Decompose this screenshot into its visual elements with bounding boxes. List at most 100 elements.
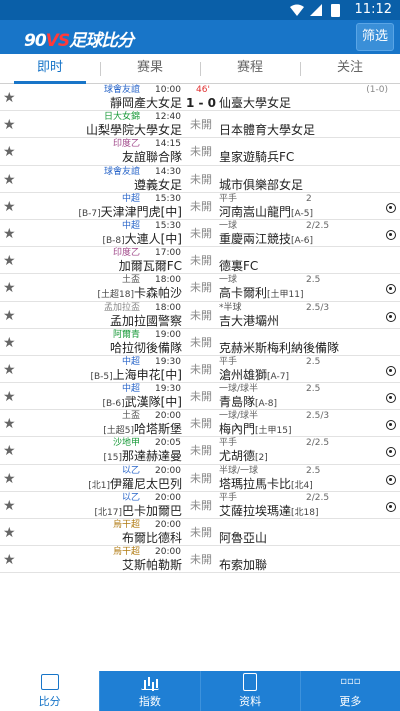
match-time: 15:30 bbox=[155, 220, 181, 231]
league-name: 土盃 bbox=[121, 275, 140, 286]
home-team: [北17]巴卡加爾巴 bbox=[95, 504, 183, 520]
away-team-name: 尤胡德 bbox=[219, 449, 256, 464]
home-team: [土超18]卡森帕沙 bbox=[98, 286, 183, 302]
match-row[interactable]: ★ 土盃 18:00 [土超18]卡森帕沙 未開 高卡爾利[土甲11] 一球 2.5 bbox=[0, 274, 400, 302]
league-name: 日大女錦 bbox=[103, 112, 140, 123]
home-team-name: 巴卡加爾巴 bbox=[121, 503, 182, 518]
tab-live[interactable]: 即时 bbox=[0, 54, 100, 84]
nav-data[interactable]: 资料 bbox=[199, 671, 300, 711]
away-team-name: 克赫米斯梅利納後備隊 bbox=[219, 340, 340, 355]
favorite-star-icon[interactable]: ★ bbox=[3, 145, 16, 159]
favorite-star-icon[interactable]: ★ bbox=[3, 499, 16, 513]
home-rank: [B-6] bbox=[102, 399, 125, 410]
away-rank: [土甲11] bbox=[267, 290, 304, 301]
match-time: 20:00 bbox=[155, 411, 181, 422]
match-status: 未開 bbox=[190, 145, 212, 159]
away-team: 日本體育大學女足 bbox=[219, 123, 315, 137]
favorite-star-icon[interactable]: ★ bbox=[3, 363, 16, 377]
live-data-ball-icon[interactable] bbox=[386, 420, 396, 431]
handicap-odds: 半球/一球 bbox=[219, 465, 259, 476]
live-data-ball-icon[interactable] bbox=[386, 474, 396, 485]
live-data-ball-icon[interactable] bbox=[386, 229, 396, 240]
match-row[interactable]: ★ 孟加拉盃 18:00 孟加拉國警察 未開 吉大港壩州 *半球 2.5/3 bbox=[0, 302, 400, 329]
filter-button[interactable]: 筛选 bbox=[356, 23, 394, 51]
match-row[interactable]: ★ 阿爾青 19:00 哈拉彻後備隊 未開 克赫米斯梅利納後備隊 bbox=[0, 329, 400, 356]
league-name: 孟加拉盃 bbox=[103, 302, 140, 313]
favorite-star-icon[interactable]: ★ bbox=[3, 91, 16, 105]
home-team: 山梨學院大學女足 bbox=[86, 123, 182, 137]
match-row[interactable]: ★ 印度乙 17:00 加爾瓦爾FC 未開 德裏FC bbox=[0, 247, 400, 275]
match-status: 未開 bbox=[190, 444, 212, 458]
live-data-ball-icon[interactable] bbox=[386, 311, 396, 322]
match-row[interactable]: ★ 中超 15:30 [B-7]天津津門虎[中] 未開 河南嵩山龍門[A-5] 平手 2 bbox=[0, 193, 400, 220]
live-data-ball-icon[interactable] bbox=[386, 393, 396, 404]
match-row[interactable]: ★ 以乙 20:00 [北1]伊羅尼太巴列 未開 塔瑪拉馬卡比[北4] 半球/一球 2.5 bbox=[0, 465, 400, 492]
favorite-star-icon[interactable]: ★ bbox=[3, 417, 16, 431]
match-row[interactable]: ★ 沙地甲 20:05 [15]那達赫達曼 未開 尤胡德[2] 平手 2/2.5 bbox=[0, 437, 400, 465]
tab-results[interactable]: 赛果 bbox=[100, 54, 200, 84]
live-data-ball-icon[interactable] bbox=[386, 365, 396, 376]
match-row[interactable]: ★ 日大女錦 12:40 山梨學院大學女足 未開 日本體育大學女足 bbox=[0, 111, 400, 139]
match-row[interactable]: ★ 球會友誼 10:00 46' 靜岡產大女足 1 - 0 仙臺大學女足 (1-0) bbox=[0, 84, 400, 112]
match-row[interactable]: ★ 印度乙 14:15 友誼聯合隊 未開 皇家遊騎兵FC bbox=[0, 138, 400, 166]
match-score: 1 - 0 bbox=[185, 96, 217, 110]
handicap-odds: 一球/球半 bbox=[219, 411, 259, 422]
match-row[interactable]: ★ 球會友誼 14:30 遵義女足 未開 城市俱樂部女足 bbox=[0, 166, 400, 193]
away-team: 吉大港壩州 bbox=[219, 314, 279, 328]
match-row[interactable]: ★ 以乙 20:00 [北17]巴卡加爾巴 未開 艾薩拉埃瑪達[北18] 平手 2/2.5 bbox=[0, 492, 400, 519]
favorite-star-icon[interactable]: ★ bbox=[3, 173, 16, 187]
league-name: 以乙 bbox=[121, 465, 140, 476]
away-team-name: 塔瑪拉馬卡比 bbox=[219, 476, 292, 491]
match-row[interactable]: ★ 中超 19:30 [B-6]武漢隊[中] 未開 青島隊[A-8] 一球/球半 2.5 bbox=[0, 383, 400, 411]
match-row[interactable]: ★ 中超 15:30 [B-8]大連人[中] 未開 重慶兩江競技[A-6] 一球 2/2.5 bbox=[0, 220, 400, 248]
over-under-odds: 2.5 bbox=[306, 384, 321, 395]
favorite-star-icon[interactable]: ★ bbox=[3, 526, 16, 540]
status-time: 11:12 bbox=[354, 2, 392, 17]
live-data-ball-icon[interactable] bbox=[386, 284, 396, 295]
favorite-star-icon[interactable]: ★ bbox=[3, 390, 16, 404]
match-row[interactable]: ★ 土盃 20:00 [土超5]哈塔斯堡 未開 梅內門[土甲15] 一球/球半 2.5/3 bbox=[0, 410, 400, 438]
favorite-star-icon[interactable]: ★ bbox=[3, 227, 16, 241]
handicap-odds: *半球 bbox=[219, 302, 242, 313]
live-data-ball-icon[interactable] bbox=[386, 447, 396, 458]
favorite-star-icon[interactable]: ★ bbox=[3, 444, 16, 458]
match-time: 20:00 bbox=[155, 520, 181, 530]
match-time: 18:00 bbox=[155, 302, 181, 313]
away-team: 重慶兩江競技[A-6] bbox=[219, 232, 313, 248]
favorite-star-icon[interactable]: ★ bbox=[3, 472, 16, 486]
away-team: 阿魯亞山 bbox=[219, 531, 267, 545]
home-rank: [土超18] bbox=[97, 290, 134, 301]
home-team-name: 武漢隊[中] bbox=[124, 395, 182, 410]
league-name: 球會友誼 bbox=[103, 166, 140, 177]
live-data-ball-icon[interactable] bbox=[386, 202, 396, 213]
match-status: 未開 bbox=[190, 199, 212, 213]
home-rank: [北17] bbox=[94, 507, 122, 518]
live-data-ball-icon[interactable] bbox=[386, 501, 396, 512]
home-team-name: 孟加拉國警察 bbox=[109, 313, 182, 328]
favorite-star-icon[interactable]: ★ bbox=[3, 281, 16, 295]
favorite-star-icon[interactable]: ★ bbox=[3, 200, 16, 214]
match-row[interactable]: ★ 烏干超 20:00 布爾比德科 未開 阿魯亞山 bbox=[0, 519, 400, 547]
favorite-star-icon[interactable]: ★ bbox=[3, 254, 16, 268]
nav-score[interactable]: 比分 bbox=[0, 671, 100, 711]
tab-favorites[interactable]: 关注 bbox=[300, 54, 400, 84]
match-status: 未開 bbox=[190, 226, 212, 240]
home-team-name: 伊羅尼太巴列 bbox=[109, 476, 182, 491]
away-team: 滄州雄獅[A-7] bbox=[219, 368, 289, 384]
bottom-nav: 比分 指数 资料 ▫▫▫ 更多 bbox=[0, 671, 400, 711]
away-team: 克赫米斯梅利納後備隊 bbox=[219, 341, 339, 355]
match-row[interactable]: ★ 烏干超 20:00 艾斯帕勒斯 未開 布索加聯 bbox=[0, 546, 400, 574]
away-rank: [土甲15] bbox=[255, 426, 292, 437]
favorite-star-icon[interactable]: ★ bbox=[3, 336, 16, 350]
nav-more[interactable]: ▫▫▫ 更多 bbox=[299, 671, 400, 711]
favorite-star-icon[interactable]: ★ bbox=[3, 309, 16, 323]
favorite-star-icon[interactable]: ★ bbox=[3, 118, 16, 132]
match-list[interactable]: ★ 球會友誼 10:00 46' 靜岡產大女足 1 - 0 仙臺大學女足 (1-0) ★ 日大女錦… bbox=[0, 84, 400, 701]
nav-odds[interactable]: 指数 bbox=[99, 671, 199, 711]
match-status: 未開 bbox=[190, 362, 212, 376]
over-under-odds: 2 bbox=[306, 193, 312, 204]
away-team-name: 艾薩拉埃瑪達 bbox=[219, 503, 292, 518]
tab-schedule[interactable]: 赛程 bbox=[200, 54, 300, 84]
match-row[interactable]: ★ 中超 19:30 [B-5]上海申花[中] 未開 滄州雄獅[A-7] 平手 2.5 bbox=[0, 356, 400, 384]
favorite-star-icon[interactable]: ★ bbox=[3, 553, 16, 567]
